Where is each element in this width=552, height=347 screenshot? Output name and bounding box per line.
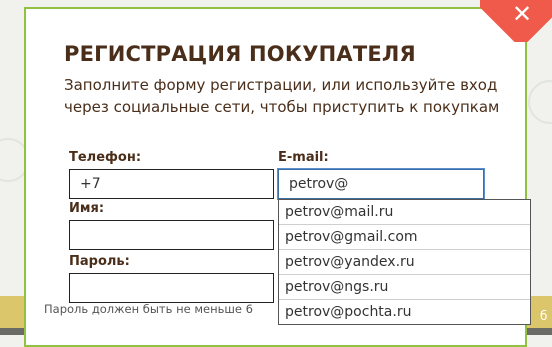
- password-label: Пароль:: [69, 254, 130, 269]
- autocomplete-option[interactable]: petrov@yandex.ru: [279, 250, 530, 275]
- password-hint: Пароль должен быть не меньше 6: [44, 302, 253, 316]
- email-autocomplete-list: petrov@mail.ru petrov@gmail.com petrov@y…: [278, 199, 531, 325]
- autocomplete-option[interactable]: petrov@pochta.ru: [279, 300, 530, 325]
- background-doodle: [528, 80, 552, 124]
- email-label: E-mail:: [278, 150, 329, 165]
- password-field[interactable]: [69, 273, 274, 303]
- close-button[interactable]: ✕: [480, 0, 552, 42]
- phone-field[interactable]: +7: [69, 169, 274, 199]
- phone-label: Телефон:: [69, 150, 142, 165]
- autocomplete-option[interactable]: petrov@mail.ru: [279, 200, 530, 225]
- close-icon: ✕: [512, 0, 533, 28]
- name-field[interactable]: [69, 220, 274, 250]
- autocomplete-option[interactable]: petrov@ngs.ru: [279, 275, 530, 300]
- background-edge-text: б: [540, 309, 548, 323]
- dialog-title: РЕГИСТРАЦИЯ ПОКУПАТЕЛЯ: [64, 42, 416, 66]
- name-label: Имя:: [69, 201, 105, 216]
- autocomplete-option[interactable]: petrov@gmail.com: [279, 225, 530, 250]
- email-field[interactable]: petrov@: [278, 169, 484, 199]
- dialog-subtitle: Заполните форму регистрации, или использ…: [64, 76, 500, 116]
